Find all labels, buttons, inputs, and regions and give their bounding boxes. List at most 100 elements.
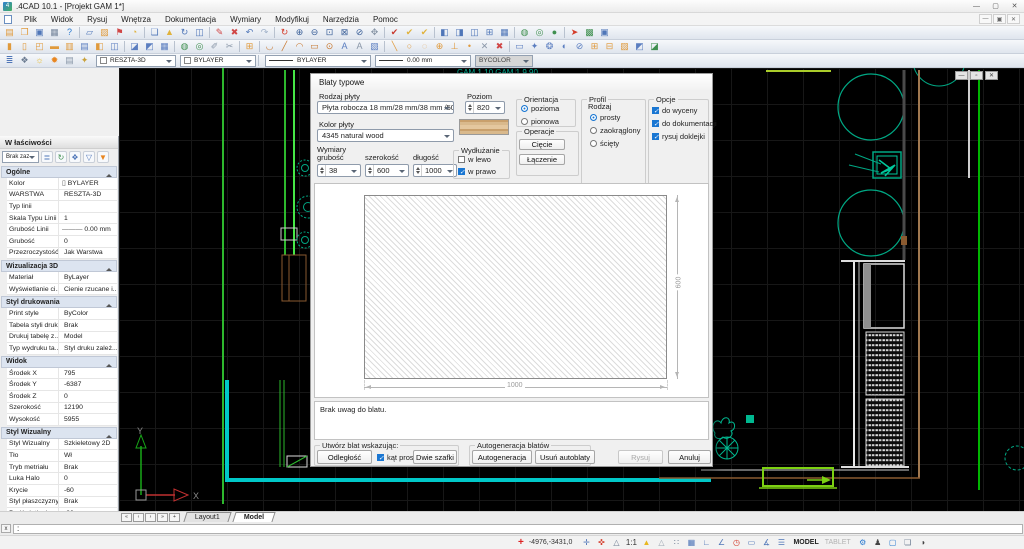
menu-widok[interactable]: Widok bbox=[44, 13, 80, 26]
child-restore-button[interactable]: ▫ bbox=[970, 71, 983, 80]
prop-typ-linii[interactable]: Typ linii bbox=[7, 201, 117, 213]
lines-icon[interactable]: ☰ bbox=[775, 537, 787, 548]
zoom-out-icon[interactable]: ⊖ bbox=[307, 27, 322, 39]
zoom-previous-icon[interactable]: ⊘ bbox=[352, 27, 367, 39]
layer-combo[interactable]: RESZTA-3D bbox=[96, 55, 176, 67]
tab-first-button[interactable]: « bbox=[121, 513, 132, 522]
spinner-arrows[interactable] bbox=[318, 165, 326, 176]
chart-icon[interactable]: ◪ bbox=[647, 41, 662, 53]
model-space-toggle[interactable]: MODEL bbox=[793, 539, 818, 546]
viewport-grid-icon[interactable]: ▦ bbox=[497, 27, 512, 39]
menu-plik[interactable]: Plik bbox=[17, 13, 44, 26]
render-icon[interactable]: ▣ bbox=[597, 27, 612, 39]
rotate-view-icon[interactable]: ❂ bbox=[542, 41, 557, 53]
print-icon[interactable]: ▦ bbox=[47, 27, 62, 39]
shade-wire-icon[interactable]: ◍ bbox=[517, 27, 532, 39]
snap-marker-icon[interactable]: ✜ bbox=[595, 537, 607, 548]
save-icon[interactable]: ▣ bbox=[32, 27, 47, 39]
dimension-spinner[interactable]: 600 bbox=[365, 164, 409, 177]
section-ogolne[interactable]: Ogólne bbox=[1, 166, 117, 178]
walkthrough-icon[interactable]: ◎ bbox=[192, 41, 207, 53]
copy-element-icon[interactable]: ◪ bbox=[127, 41, 142, 53]
prop-filter-active-icon[interactable]: ▼ bbox=[97, 151, 109, 163]
mdi-minimize-button[interactable]: — bbox=[979, 14, 992, 24]
paste-icon[interactable]: ▨ bbox=[97, 27, 112, 39]
viewport-three-icon[interactable]: ◫ bbox=[467, 27, 482, 39]
cabinet-base-icon[interactable]: ▮ bbox=[2, 41, 17, 53]
color-combo[interactable]: BYLAYER bbox=[180, 55, 256, 67]
tab-layout1[interactable]: Layout1 bbox=[183, 512, 231, 522]
prop-srodek-z[interactable]: Środek Z 0 bbox=[7, 391, 117, 403]
new-icon[interactable]: ▤ bbox=[2, 27, 17, 39]
viewport-single-icon[interactable]: ◧ bbox=[437, 27, 452, 39]
tab-add-button[interactable]: + bbox=[169, 513, 180, 522]
regen-icon[interactable]: ↻ bbox=[277, 27, 292, 39]
move-icon[interactable]: ◫ bbox=[192, 27, 207, 39]
section-wizualizacja-3d[interactable]: Wizualizacja 3D bbox=[1, 260, 117, 272]
osnap-near-icon[interactable]: ◌ bbox=[417, 41, 432, 53]
osnap-point-icon[interactable]: • bbox=[462, 41, 477, 53]
front-icon[interactable]: ◧ bbox=[92, 41, 107, 53]
group-icon[interactable]: ◩ bbox=[142, 41, 157, 53]
spinner-arrows[interactable] bbox=[366, 165, 374, 176]
zoom-in-icon[interactable]: ⊕ bbox=[292, 27, 307, 39]
dimension-spinner[interactable]: 1000 bbox=[413, 164, 457, 177]
pattern-icon[interactable]: ⊞ bbox=[242, 41, 257, 53]
mdi-close-button[interactable]: ✕ bbox=[1007, 14, 1020, 24]
eraser-icon[interactable]: ✂ bbox=[222, 41, 237, 53]
bulb-icon[interactable]: ☼ bbox=[32, 55, 47, 67]
shade-solid-icon[interactable]: ● bbox=[547, 27, 562, 39]
sketch-icon[interactable]: ✐ bbox=[207, 41, 222, 53]
dyn-ucs-icon[interactable]: △ bbox=[655, 537, 667, 548]
scale-icon[interactable]: ◐ bbox=[557, 41, 572, 53]
dimension-spinner[interactable]: 38 bbox=[317, 164, 361, 177]
redo-icon[interactable]: ↷ bbox=[257, 27, 272, 39]
countertop-icon[interactable]: ▬ bbox=[47, 41, 62, 53]
mdi-restore-button[interactable]: ▣ bbox=[993, 14, 1006, 24]
radio-prosty[interactable]: prosty bbox=[590, 112, 640, 123]
prop-warstwa[interactable]: WARSTWA RESZTA-3D bbox=[7, 190, 117, 202]
lock-icon[interactable]: ✦ bbox=[77, 55, 92, 67]
mtext-icon[interactable]: A bbox=[352, 41, 367, 53]
board-type-combo[interactable]: Płyta robocza 18 mm/28 mm/38 mm /50 mm bbox=[317, 101, 454, 114]
radio-zaokraglony[interactable]: zaokrąglony bbox=[590, 125, 640, 136]
prop-kolor[interactable]: Kolor ▯BYLAYER bbox=[7, 178, 117, 190]
checkbox-rysuj-doklejki[interactable]: rysuj doklejki bbox=[652, 131, 717, 142]
delete-icon[interactable]: ✖ bbox=[227, 27, 242, 39]
ortho-icon[interactable]: ∟ bbox=[700, 537, 712, 548]
prop-srodek-x[interactable]: Środek X 795 bbox=[7, 368, 117, 380]
screen-icon[interactable]: ▢ bbox=[887, 537, 899, 548]
minimize-button[interactable]: — bbox=[967, 0, 986, 12]
rectangle-icon[interactable]: ▭ bbox=[307, 41, 322, 53]
hatch-icon[interactable]: ▧ bbox=[367, 41, 382, 53]
menu-narzedzia[interactable]: Narzędzia bbox=[316, 13, 366, 26]
prop-print-style[interactable]: Print style ByColor bbox=[7, 308, 117, 320]
child-minimize-button[interactable]: — bbox=[955, 71, 968, 80]
selection-filter-combo[interactable]: Brak zaz bbox=[2, 151, 39, 163]
lineweight-combo[interactable]: 0.00 mm bbox=[375, 55, 471, 67]
cancel-button[interactable]: Anuluj bbox=[668, 450, 711, 464]
match-properties-icon[interactable]: ▱ bbox=[82, 27, 97, 39]
offset-icon[interactable]: ⊘ bbox=[572, 41, 587, 53]
prop-grubosc[interactable]: Grubość 0 bbox=[7, 236, 117, 248]
prop-skala-typu[interactable]: Skala Typu Linii 1 bbox=[7, 213, 117, 225]
menu-wnetrza[interactable]: Wnętrza bbox=[114, 13, 158, 26]
tab-last-button[interactable]: » bbox=[157, 513, 168, 522]
tab-next-button[interactable]: › bbox=[145, 513, 156, 522]
prop-tryb-materialu[interactable]: Tryb metriału Brak bbox=[7, 462, 117, 474]
prop-krycie[interactable]: Krycie -60 bbox=[7, 485, 117, 497]
prop-grubosc-linii[interactable]: Grubość Linii ———0.00 mm bbox=[7, 224, 117, 236]
remove-autotops-button[interactable]: Usuń autoblaty bbox=[535, 450, 595, 464]
level-spinner[interactable]: 820 bbox=[465, 101, 505, 114]
prop-drukuj-tabele[interactable]: Drukuj tabelę z... Model bbox=[7, 332, 117, 344]
cabinet-corner-icon[interactable]: ◰ bbox=[32, 41, 47, 53]
dialog-title[interactable]: Blaty typowe bbox=[311, 74, 712, 90]
person-icon[interactable]: ♟ bbox=[872, 537, 884, 548]
radio-pozioma[interactable]: pozioma bbox=[521, 103, 559, 114]
isometric-icon[interactable]: △ bbox=[610, 537, 622, 548]
area-icon[interactable]: ▩ bbox=[582, 27, 597, 39]
osnap-center-icon[interactable]: ⊕ bbox=[432, 41, 447, 53]
viewport-two-icon[interactable]: ◨ bbox=[452, 27, 467, 39]
text-icon[interactable]: A bbox=[337, 41, 352, 53]
command-input[interactable]: : bbox=[13, 524, 1023, 534]
